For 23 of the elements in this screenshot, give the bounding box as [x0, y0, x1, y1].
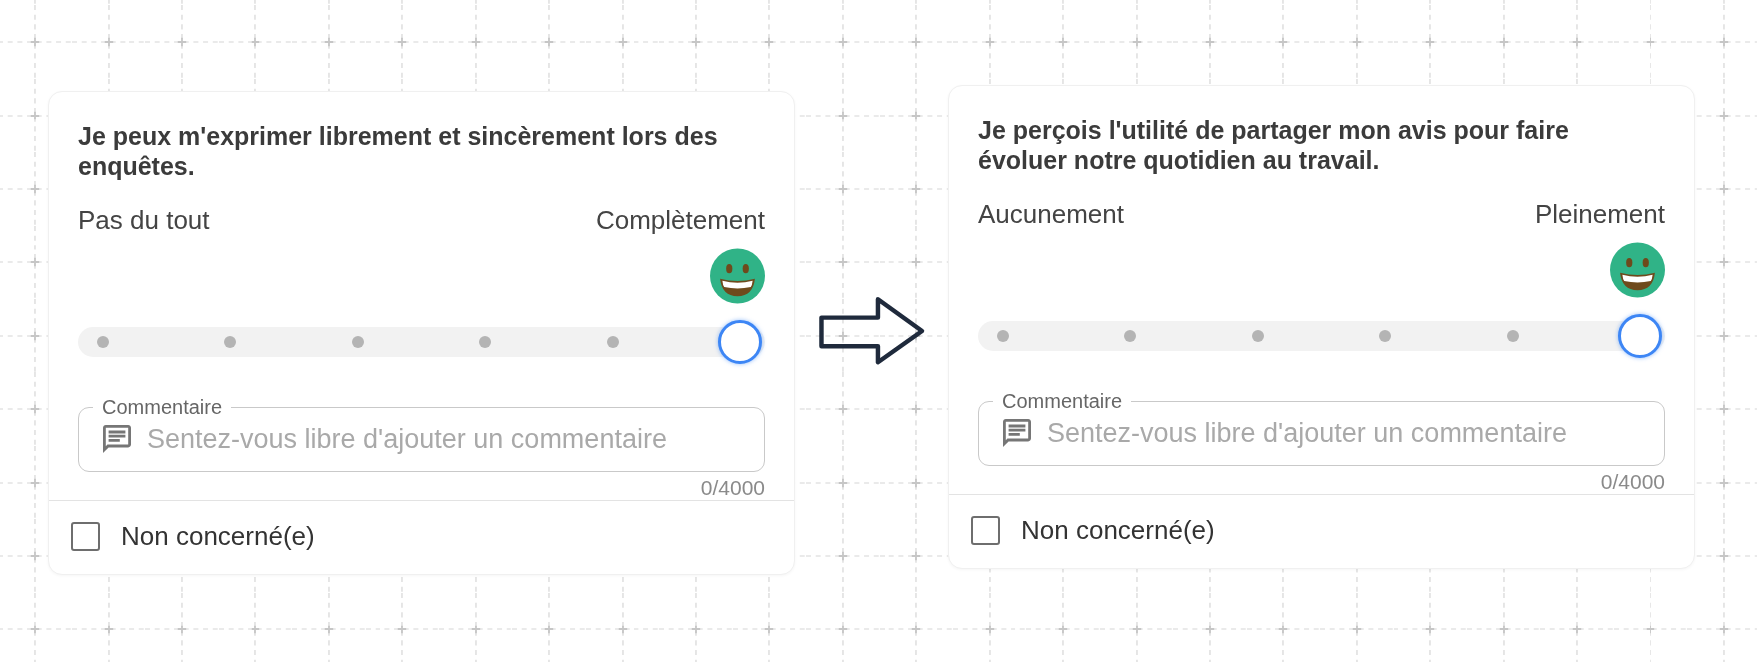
checkbox-label: Non concerné(e)	[1021, 515, 1215, 545]
checkbox[interactable]	[71, 521, 100, 551]
right-arrow-icon	[817, 294, 926, 366]
slider-track[interactable]	[78, 319, 765, 365]
character-counter: 0/4000	[700, 477, 765, 499]
question-text: Je peux m'exprimer librement et sincèrement lors des enquêtes.	[78, 121, 719, 181]
comment-input[interactable]: Sentez-vous libre d'ajouter un commentaire	[1047, 417, 1640, 449]
slider-thumb[interactable]	[1618, 314, 1662, 358]
scale-max-label: Pleinement	[1534, 199, 1665, 229]
comment-icon	[103, 425, 131, 453]
question-text: Je perçois l'utilité de partager mon avis pour faire évoluer notre quotidien au travail.	[978, 115, 1570, 175]
slider-track[interactable]	[978, 313, 1665, 359]
character-counter: 0/4000	[1600, 471, 1665, 493]
checkbox[interactable]	[971, 515, 1000, 545]
checkbox-label: Non concerné(e)	[121, 521, 315, 551]
comment-icon	[1003, 419, 1031, 447]
smiley-face-icon	[710, 246, 765, 306]
smiley-face-icon	[1610, 240, 1665, 300]
scale-max-label: Complètement	[595, 205, 765, 235]
scale-min-label: Pas du tout	[78, 205, 210, 235]
scale-min-label: Aucunement	[978, 199, 1124, 229]
comment-input[interactable]: Sentez-vous libre d'ajouter un commentaire	[147, 423, 740, 455]
slider-thumb[interactable]	[718, 320, 762, 364]
